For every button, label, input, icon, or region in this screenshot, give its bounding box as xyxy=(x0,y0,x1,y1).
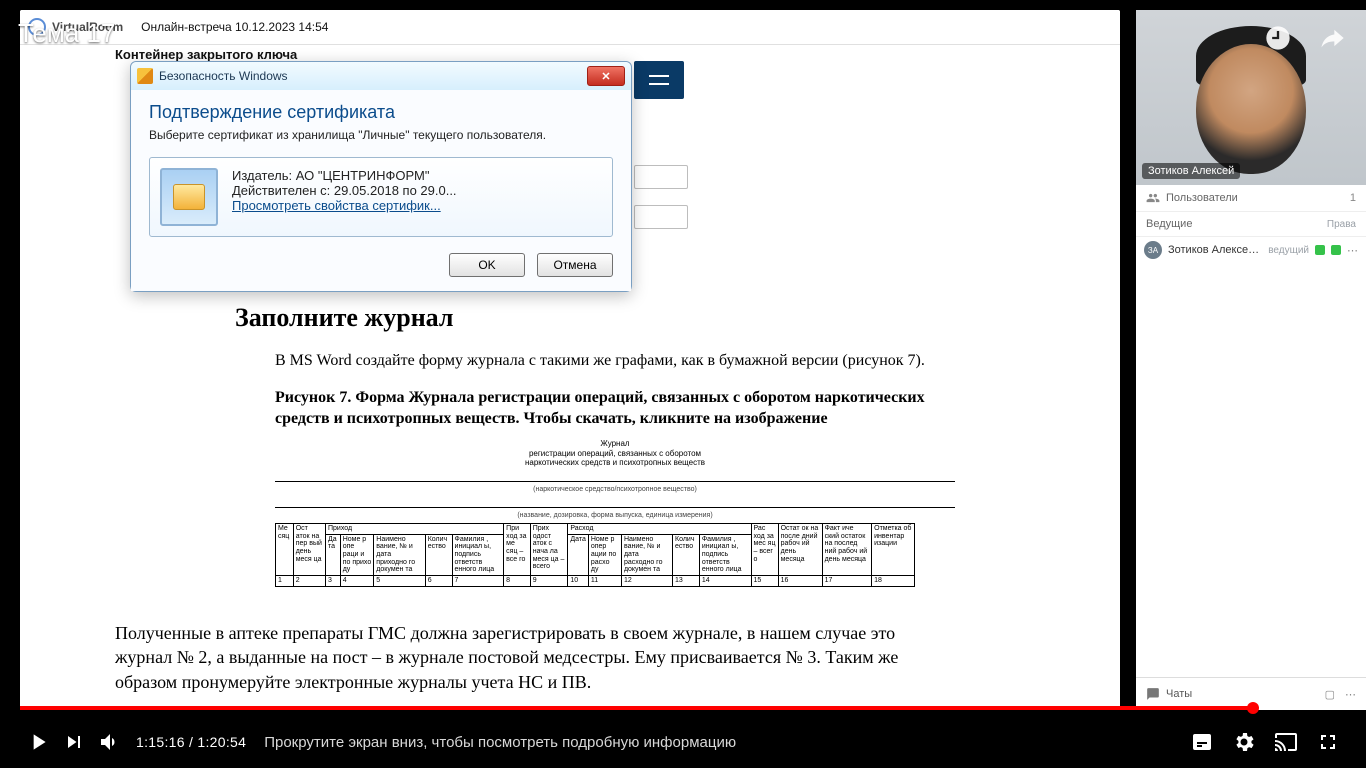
doc-paragraph-2: Полученные в аптеке препараты ГМС должна… xyxy=(115,621,935,694)
people-icon xyxy=(1146,191,1160,205)
dialog-title: Безопасность Windows xyxy=(159,69,288,83)
captions-button[interactable] xyxy=(1184,724,1220,760)
journal-caption: (наркотическое средство/психотропное вещ… xyxy=(275,486,955,493)
doc-section-heading: Контейнер закрытого ключа xyxy=(115,47,297,62)
journal-title-line: Журнал xyxy=(275,439,955,448)
document-area: Контейнер закрытого ключа Безопасность W… xyxy=(20,45,1120,710)
next-button[interactable] xyxy=(56,724,92,760)
progress-bar[interactable] xyxy=(20,706,1346,710)
volume-button[interactable] xyxy=(92,724,128,760)
progress-played xyxy=(20,706,1253,710)
expand-icon[interactable]: ▢ xyxy=(1325,688,1335,701)
doc-paragraph: В MS Word создайте форму журнала с таким… xyxy=(235,351,955,372)
close-icon[interactable]: ⋯ xyxy=(1345,688,1356,701)
info-hint: Прокрутите экран вниз, чтобы посмотреть … xyxy=(264,734,1184,751)
background-field xyxy=(634,165,688,189)
journal-title-line: регистрации операций, связанных с оборот… xyxy=(275,449,955,458)
more-icon[interactable]: ⋯ xyxy=(1347,244,1358,257)
share-button[interactable] xyxy=(1314,20,1350,56)
journal-sample[interactable]: Журнал регистрации операций, связанных с… xyxy=(235,439,955,586)
windows-security-dialog: Безопасность Windows ✕ Подтверждение сер… xyxy=(130,61,632,292)
journal-caption: (название, дозировка, форма выпуска, еди… xyxy=(275,512,955,519)
settings-button[interactable] xyxy=(1226,724,1262,760)
progress-thumb[interactable] xyxy=(1247,702,1259,714)
users-count: 1 xyxy=(1350,192,1356,204)
camera-name-badge: Зотиков Алексей xyxy=(1142,163,1240,179)
figure-caption: Рисунок 7. Форма Журнала регистрации опе… xyxy=(235,388,955,430)
header-emblem xyxy=(634,61,684,99)
user-row[interactable]: ЗА Зотиков Алексей Георги... ведущий ⋯ xyxy=(1136,237,1366,263)
time-total: 1:20:54 xyxy=(197,734,246,750)
shield-icon xyxy=(137,68,153,84)
video-player[interactable]: VirtualRoom Онлайн-встреча 10.12.2023 14… xyxy=(0,0,1366,768)
cast-button[interactable] xyxy=(1268,724,1304,760)
user-role: ведущий xyxy=(1268,245,1309,256)
cert-validity: Действителен с: 29.05.2018 по 29.0... xyxy=(232,183,457,198)
cert-issuer: Издатель: АО "ЦЕНТРИНФОРМ" xyxy=(232,168,457,183)
hosts-label: Ведущие xyxy=(1146,218,1192,230)
hosts-section-header: Ведущие Права xyxy=(1136,212,1366,237)
watch-later-button[interactable] xyxy=(1260,20,1296,56)
time-current: 1:15:16 xyxy=(136,734,185,750)
users-section-header[interactable]: Пользователи 1 xyxy=(1136,185,1366,212)
rights-label: Права xyxy=(1327,219,1356,230)
avatar: ЗА xyxy=(1144,241,1162,259)
meeting-title: Онлайн-встреча 10.12.2023 14:54 xyxy=(141,20,328,34)
dialog-titlebar: Безопасность Windows ✕ xyxy=(131,62,631,90)
cancel-button[interactable]: Отмена xyxy=(537,253,613,277)
virtualroom-titlebar: VirtualRoom Онлайн-встреча 10.12.2023 14… xyxy=(20,10,1120,45)
app-name: VirtualRoom xyxy=(52,20,123,34)
camera-icon[interactable] xyxy=(1331,245,1341,255)
user-name: Зотиков Алексей Георги... xyxy=(1168,244,1262,256)
play-button[interactable] xyxy=(20,724,56,760)
fullscreen-button[interactable] xyxy=(1310,724,1346,760)
background-field xyxy=(634,205,688,229)
certificate-item[interactable]: Издатель: АО "ЦЕНТРИНФОРМ" Действителен … xyxy=(149,157,613,237)
cert-properties-link[interactable]: Просмотреть свойства сертифик... xyxy=(232,198,457,213)
player-controls: 1:15:16 / 1:20:54 Прокрутите экран вниз,… xyxy=(0,716,1366,768)
chat-icon xyxy=(1146,687,1160,701)
shared-screen: VirtualRoom Онлайн-встреча 10.12.2023 14… xyxy=(20,10,1120,710)
journal-table: Ме сяц Ост аток на пер вый день меся ца … xyxy=(275,523,915,587)
virtualroom-logo-icon xyxy=(28,18,46,36)
journal-title-line: наркотических средств и психотропных вещ… xyxy=(275,458,955,467)
doc-title: Заполните журнал xyxy=(235,303,955,333)
overlay-actions xyxy=(1260,20,1350,56)
users-label: Пользователи xyxy=(1166,192,1238,204)
time-display: 1:15:16 / 1:20:54 xyxy=(136,734,246,750)
participants-panel: Зотиков Алексей Пользователи 1 Ведущие П… xyxy=(1136,10,1366,710)
mic-icon[interactable] xyxy=(1315,245,1325,255)
dialog-subtext: Выберите сертификат из хранилища "Личные… xyxy=(149,127,613,143)
chat-label: Чаты xyxy=(1166,688,1192,700)
certificate-icon xyxy=(160,168,218,226)
ok-button[interactable]: OK xyxy=(449,253,525,277)
dialog-close-button[interactable]: ✕ xyxy=(587,66,625,86)
dialog-heading: Подтверждение сертификата xyxy=(149,102,613,123)
